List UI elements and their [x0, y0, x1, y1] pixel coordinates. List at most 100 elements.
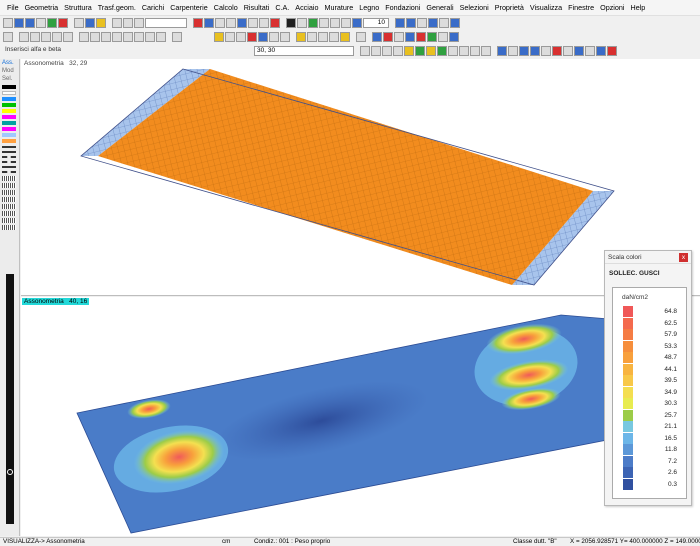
menu-help[interactable]: Help	[628, 3, 649, 12]
check-icon[interactable]	[329, 32, 339, 42]
grid-icon[interactable]	[352, 18, 362, 28]
menu-risultati[interactable]: Risultati	[241, 3, 273, 12]
thermal-icon[interactable]	[438, 32, 448, 42]
line-style-solid[interactable]	[2, 146, 16, 148]
line-style-solid-2[interactable]	[2, 151, 16, 153]
shell-icon[interactable]	[112, 32, 122, 42]
color-swatch[interactable]	[2, 97, 16, 101]
menu-ca[interactable]: C.A.	[272, 3, 292, 12]
menu-file[interactable]: File	[4, 3, 22, 12]
color-swatch[interactable]	[2, 139, 16, 143]
view-front-icon[interactable]	[259, 18, 269, 28]
combine-icon[interactable]	[383, 32, 393, 42]
close-icon[interactable]: x	[679, 253, 688, 262]
invert-select-icon[interactable]	[552, 46, 562, 56]
color-swatch[interactable]	[2, 133, 16, 137]
group-select-icon[interactable]	[519, 46, 529, 56]
open-file-icon[interactable]	[14, 18, 24, 28]
hide-icon[interactable]	[319, 18, 329, 28]
solid-view-1-icon[interactable]	[404, 46, 414, 56]
node-select-icon[interactable]	[497, 46, 507, 56]
rotate-icon[interactable]	[134, 18, 144, 28]
menu-trasf-geom[interactable]: Trasf.geom.	[95, 3, 139, 12]
fill-pattern-7[interactable]	[2, 218, 16, 223]
layer-icon[interactable]	[341, 18, 351, 28]
light-icon[interactable]	[214, 32, 224, 42]
fill-pattern-6[interactable]	[2, 211, 16, 216]
support-icon[interactable]	[134, 32, 144, 42]
vertical-slider-handle[interactable]	[7, 469, 13, 475]
move-icon[interactable]	[596, 46, 606, 56]
list-icon[interactable]	[307, 32, 317, 42]
align-left-icon[interactable]	[417, 18, 427, 28]
menu-geometria[interactable]: Geometria	[22, 3, 62, 12]
align-top-icon[interactable]	[395, 18, 405, 28]
iso-view-3-icon[interactable]	[382, 46, 392, 56]
deform-icon[interactable]	[269, 32, 279, 42]
clear-select-icon[interactable]	[563, 46, 573, 56]
copy-icon[interactable]	[574, 46, 584, 56]
menu-struttura[interactable]: Struttura	[61, 3, 95, 12]
fence-select-icon[interactable]	[541, 46, 551, 56]
lock-icon[interactable]	[340, 32, 350, 42]
menu-proprieta[interactable]: Proprietà	[492, 3, 527, 12]
render-wire-icon[interactable]	[297, 18, 307, 28]
tab-modello[interactable]: Mod	[0, 67, 19, 75]
redraw-icon[interactable]	[237, 18, 247, 28]
results-icon[interactable]	[247, 32, 257, 42]
menu-calcolo[interactable]: Calcolo	[211, 3, 241, 12]
axis-y-icon[interactable]	[30, 32, 40, 42]
menu-opzioni[interactable]: Opzioni	[597, 3, 627, 12]
fill-pattern-2[interactable]	[2, 183, 16, 188]
wind-icon[interactable]	[427, 32, 437, 42]
color-swatch[interactable]	[2, 115, 16, 119]
seismic-icon[interactable]	[416, 32, 426, 42]
color-swatch[interactable]	[2, 103, 16, 107]
print-icon[interactable]	[36, 18, 46, 28]
column-icon[interactable]	[90, 32, 100, 42]
redo-icon[interactable]	[85, 18, 95, 28]
menu-visualizza[interactable]: Visualizza	[527, 3, 565, 12]
text-icon[interactable]	[172, 32, 182, 42]
dimension-icon[interactable]	[225, 32, 235, 42]
plan-icon[interactable]	[481, 46, 491, 56]
color-swatch[interactable]	[2, 121, 16, 125]
color-scale-window[interactable]: Scala colori x SOLLEC. GUSCI daN/cm2 64.…	[604, 250, 692, 506]
report-icon[interactable]	[449, 32, 459, 42]
zoom-window-icon[interactable]	[204, 18, 214, 28]
diagram-icon[interactable]	[258, 32, 268, 42]
color-swatch[interactable]	[2, 109, 16, 113]
delete-icon[interactable]	[607, 46, 617, 56]
color-swatch[interactable]	[2, 91, 16, 95]
solid-view-3-icon[interactable]	[426, 46, 436, 56]
tab-selezione[interactable]: Sel.	[0, 75, 19, 83]
window-select-icon[interactable]	[530, 46, 540, 56]
view-side-icon[interactable]	[270, 18, 280, 28]
line-style-thick[interactable]	[2, 166, 16, 168]
solver-icon[interactable]	[372, 32, 382, 42]
view-top-icon[interactable]	[248, 18, 258, 28]
export-icon[interactable]	[58, 18, 68, 28]
show-icon[interactable]	[330, 18, 340, 28]
zoom-in-icon[interactable]	[215, 18, 225, 28]
plane-icon[interactable]	[459, 46, 469, 56]
fill-pattern-8[interactable]	[2, 225, 16, 230]
fill-pattern-5[interactable]	[2, 204, 16, 209]
cut-icon[interactable]	[96, 18, 106, 28]
modal-icon[interactable]	[394, 32, 404, 42]
menu-murature[interactable]: Murature	[321, 3, 356, 12]
stress-icon[interactable]	[280, 32, 290, 42]
window-cascade-icon[interactable]	[450, 18, 460, 28]
window-tile-icon[interactable]	[439, 18, 449, 28]
top-viewport[interactable]: Assonometria 32, 29	[21, 59, 700, 296]
menu-finestre[interactable]: Finestre	[565, 3, 597, 12]
iso-view-1-icon[interactable]	[360, 46, 370, 56]
constraint-icon[interactable]	[123, 32, 133, 42]
menu-generali[interactable]: Generali	[423, 3, 456, 12]
fill-pattern-1[interactable]	[2, 176, 16, 181]
zoom-all-icon[interactable]	[193, 18, 203, 28]
new-file-icon[interactable]	[3, 18, 13, 28]
menu-selezioni[interactable]: Selezioni	[457, 3, 492, 12]
align-right-icon[interactable]	[428, 18, 438, 28]
line-style-dashed[interactable]	[2, 156, 16, 158]
